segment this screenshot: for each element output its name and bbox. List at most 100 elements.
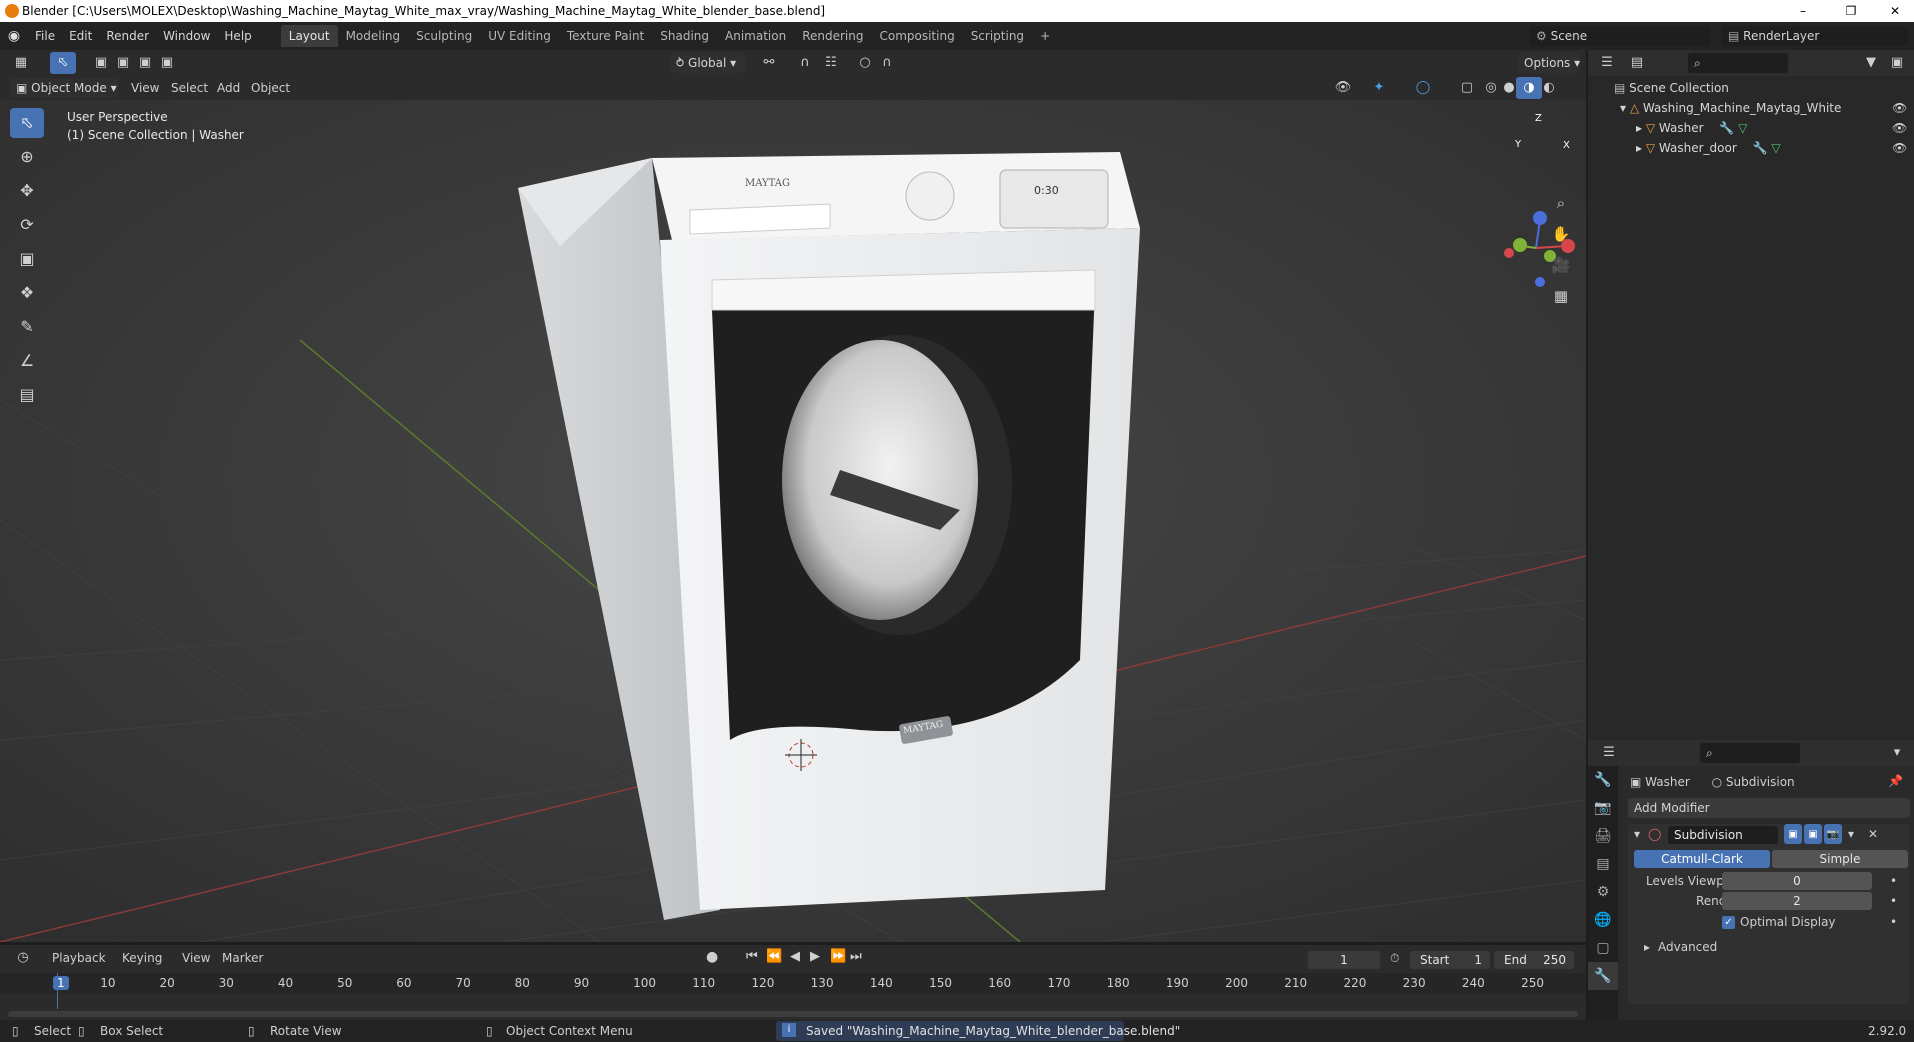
properties-editor-type-icon[interactable]: ☰ <box>1596 742 1622 764</box>
outliner-row-scene-collection[interactable]: ▤ Scene Collection <box>1588 78 1914 98</box>
add-cube-tool-icon[interactable]: ▤ <box>10 380 44 410</box>
gizmo-z-label[interactable]: Z <box>1535 113 1542 124</box>
timeline-menu-playback[interactable]: Playback <box>52 951 106 965</box>
modifier-wrench-icon[interactable]: 🔧 <box>1719 121 1734 135</box>
advanced-expand-icon[interactable]: ▸ <box>1644 940 1650 954</box>
timeline-menu-keying[interactable]: Keying <box>122 951 162 965</box>
render-levels-field[interactable]: 2 <box>1722 892 1872 910</box>
menu-help[interactable]: Help <box>217 29 258 43</box>
visibility-icon[interactable]: 👁 <box>1330 77 1356 99</box>
timeline-ruler[interactable]: 1 10 20 30 40 50 60 70 80 90 100 110 120 130 140 150 160… <box>0 973 1586 993</box>
current-frame-field[interactable]: 1 <box>1308 951 1380 969</box>
collapse-icon[interactable]: ▾ <box>1634 827 1640 841</box>
outliner-row-washer[interactable]: ▸ ▽ Washer 🔧 ▽ 👁 <box>1588 118 1914 138</box>
gizmo-toggle-icon[interactable]: ✦ <box>1366 77 1392 99</box>
rendered-shading-icon[interactable]: ◐ <box>1536 77 1562 99</box>
move-tool-icon[interactable]: ✥ <box>10 176 44 206</box>
gizmo-x-label[interactable]: X <box>1563 140 1570 151</box>
play-icon[interactable]: ▶ <box>810 949 820 964</box>
display-mode-icon[interactable]: ▤ <box>1624 52 1650 74</box>
pivot-icon[interactable]: ⚯ <box>756 52 782 74</box>
render-tab-icon[interactable]: 📷 <box>1588 794 1618 822</box>
modifier-wrench-icon[interactable]: 🔧 <box>1753 141 1768 155</box>
modifier-tab-icon[interactable]: 🔧 <box>1588 962 1618 990</box>
world-tab-icon[interactable]: 🌐 <box>1588 906 1618 934</box>
menu-render[interactable]: Render <box>99 29 156 43</box>
annotate-tool-icon[interactable]: ✎ <box>10 312 44 342</box>
expand-icon[interactable]: ▸ <box>1636 121 1646 135</box>
pan-hand-icon[interactable]: ✋ <box>1548 221 1574 247</box>
orientation-dropdown[interactable]: ⥁ Global ▾ <box>670 53 746 73</box>
tab-rendering[interactable]: Rendering <box>794 25 871 47</box>
prev-keyframe-icon[interactable]: ⏪ <box>766 949 782 964</box>
ortho-grid-icon[interactable]: ▦ <box>1548 283 1574 309</box>
scale-tool-icon[interactable]: ▣ <box>10 244 44 274</box>
simple-button[interactable]: Simple <box>1772 850 1908 868</box>
outliner-search-input[interactable]: ⌕ <box>1688 53 1788 73</box>
optimal-display-checkbox[interactable]: ✓ <box>1722 916 1735 929</box>
timeline-scrollbar[interactable] <box>8 1011 1578 1017</box>
falloff-icon[interactable]: ∩ <box>874 52 900 74</box>
transform-tool-icon[interactable]: ❖ <box>10 278 44 308</box>
keyframe-dot-icon[interactable]: • <box>1890 894 1897 908</box>
playhead-line[interactable] <box>57 973 58 1009</box>
tab-layout[interactable]: Layout <box>280 25 338 47</box>
properties-search-input[interactable]: ⌕ <box>1700 743 1800 763</box>
levels-viewport-field[interactable]: 0 <box>1722 872 1872 890</box>
eye-icon[interactable]: 👁 <box>1892 98 1907 118</box>
pin-icon[interactable]: 📌 <box>1888 774 1903 788</box>
catmull-clark-button[interactable]: Catmull-Clark <box>1634 850 1770 868</box>
maximize-icon[interactable]: ❐ <box>1828 0 1874 22</box>
viewport-menu-add[interactable]: Add <box>217 81 240 95</box>
tab-texture-paint[interactable]: Texture Paint <box>559 25 652 47</box>
advanced-panel-label[interactable]: Advanced <box>1658 940 1717 954</box>
add-workspace-button[interactable]: + <box>1032 25 1058 47</box>
stopwatch-icon[interactable]: ⏱ <box>1390 951 1399 966</box>
play-reverse-icon[interactable]: ◀ <box>790 949 800 964</box>
xray-toggle-icon[interactable]: ▢ <box>1454 77 1480 99</box>
jump-start-icon[interactable]: ⏮ <box>746 949 758 964</box>
tab-compositing[interactable]: Compositing <box>871 25 962 47</box>
mesh-data-icon[interactable]: ▽ <box>1768 141 1780 155</box>
view-layer-tab-icon[interactable]: ▤ <box>1588 850 1618 878</box>
expand-icon[interactable]: ▾ <box>1620 101 1630 115</box>
tab-modeling[interactable]: Modeling <box>338 25 409 47</box>
view-layer-selector[interactable]: ▤ RenderLayer <box>1722 26 1908 46</box>
mesh-data-icon[interactable]: ▽ <box>1734 121 1747 135</box>
minimize-icon[interactable]: – <box>1780 0 1826 22</box>
modifier-name-field[interactable]: Subdivision <box>1668 826 1778 844</box>
camera-view-icon[interactable]: 🎥 <box>1548 252 1574 278</box>
select-tool-icon[interactable]: ⬁ <box>50 52 76 74</box>
editor-type-icon[interactable]: ▦ <box>8 52 34 74</box>
start-frame-field[interactable]: Start 1 <box>1410 951 1490 969</box>
tab-animation[interactable]: Animation <box>717 25 794 47</box>
remove-modifier-icon[interactable]: ✕ <box>1868 827 1878 841</box>
jump-end-icon[interactable]: ⏭ <box>850 949 862 964</box>
timeline-editor-type-icon[interactable]: ◷ <box>10 947 36 969</box>
close-icon[interactable]: ✕ <box>1872 0 1914 22</box>
next-keyframe-icon[interactable]: ⏩ <box>830 949 846 964</box>
blender-menu-icon[interactable]: ◉ <box>0 28 28 44</box>
add-modifier-dropdown[interactable]: Add Modifier <box>1628 798 1910 818</box>
menu-window[interactable]: Window <box>156 29 217 43</box>
select-mode-intersect-icon[interactable]: ▣ <box>154 52 180 74</box>
timeline-menu-view[interactable]: View <box>182 951 210 965</box>
timeline-menu-marker[interactable]: Marker <box>222 951 263 965</box>
filter-icon[interactable]: ▼ <box>1858 52 1884 74</box>
3d-viewport[interactable]: User Perspective (1) Scene Collection | … <box>0 100 1586 942</box>
viewport-menu-object[interactable]: Object <box>251 81 290 95</box>
measure-tool-icon[interactable]: ∠ <box>10 346 44 376</box>
viewport-toggle-icon[interactable]: ▣ <box>1804 824 1822 844</box>
new-collection-icon[interactable]: ▣ <box>1884 52 1910 74</box>
tab-scripting[interactable]: Scripting <box>963 25 1032 47</box>
eye-icon[interactable]: 👁 <box>1892 138 1907 158</box>
tool-tab-icon[interactable]: 🔧 <box>1588 766 1618 794</box>
rotate-tool-icon[interactable]: ⟳ <box>10 210 44 240</box>
mode-dropdown[interactable]: ▣ Object Mode ▾ <box>10 78 118 98</box>
cursor-tool-icon[interactable]: ⊕ <box>10 142 44 172</box>
menu-edit[interactable]: Edit <box>62 29 99 43</box>
keyframe-dot-icon[interactable]: • <box>1890 915 1897 929</box>
viewport-menu-view[interactable]: View <box>131 81 159 95</box>
output-tab-icon[interactable]: 🖨 <box>1588 822 1618 850</box>
outliner-editor-type-icon[interactable]: ☰ <box>1594 52 1620 74</box>
